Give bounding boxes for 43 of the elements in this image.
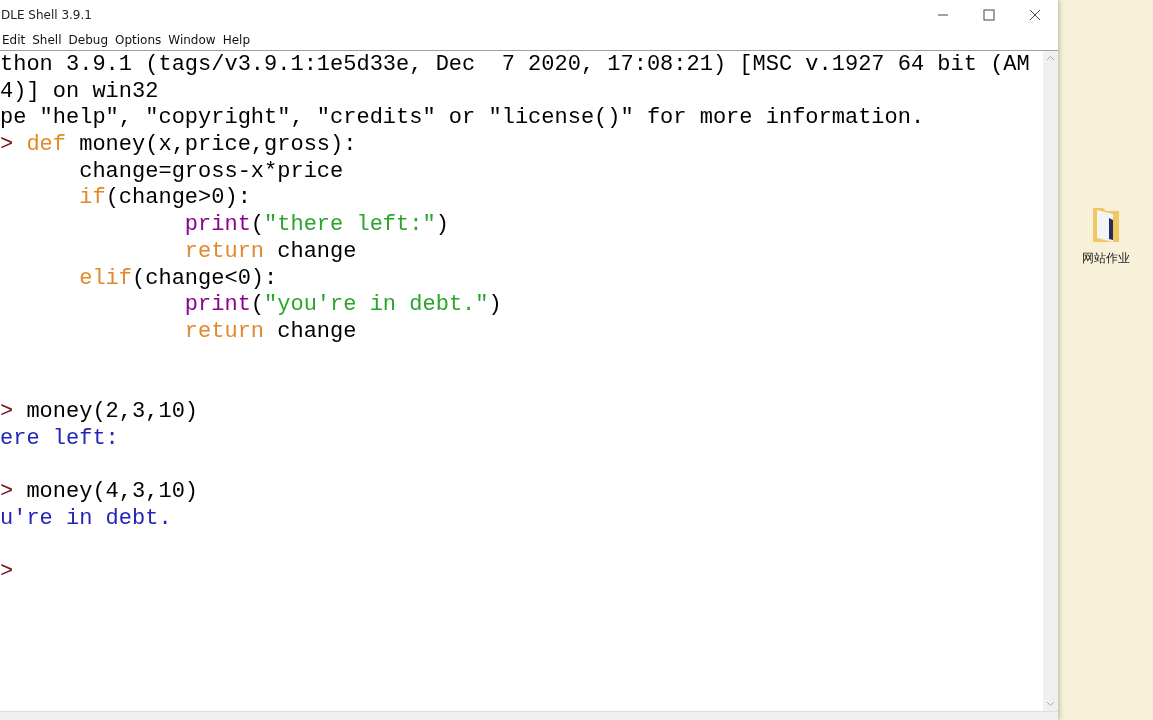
code-text: def	[25, 132, 66, 158]
code-text: change=gross-x*price	[78, 158, 344, 184]
menu-item[interactable]: Window	[168, 33, 216, 47]
code-text: print	[183, 212, 251, 238]
code-text: change	[276, 318, 357, 344]
folder-label: 网站作业	[1081, 250, 1130, 267]
code-text: (	[250, 212, 265, 238]
code-text: thon 3.9.1 (tags/v3.9.1:1e5d33e, Dec 7 2020, 17:08:21) [MSC v.1927 64 bit (AM	[0, 52, 1030, 77]
code-text: "there left:"	[264, 212, 436, 238]
code-text: if	[78, 185, 106, 211]
prompt-symbol: >	[0, 398, 14, 424]
close-icon	[1029, 9, 1041, 21]
code-text: )	[488, 292, 502, 318]
code-text: pe "help", "copyright", "credits" or "license()" for more information.	[0, 105, 925, 131]
code-text: "you're in debt."	[264, 292, 489, 318]
prompt-symbol: >	[0, 479, 14, 504]
code-text: money(2,3,10)	[25, 398, 199, 424]
output-text: ere left:	[0, 425, 119, 451]
prompt-symbol: >	[0, 559, 14, 585]
code-text: (change<0):	[132, 265, 278, 291]
code-text: (	[250, 292, 265, 318]
code-text: (change>0):	[105, 185, 251, 211]
window-title: DLE Shell 3.9.1	[0, 8, 92, 22]
prompt-symbol: >	[0, 132, 14, 158]
code-text: money(4,3,10)	[25, 479, 199, 504]
menu-item[interactable]: Options	[115, 33, 162, 47]
scrollbar[interactable]	[1043, 51, 1058, 711]
code-text: 4)] on win32	[0, 78, 159, 104]
menu-item[interactable]: Shell	[32, 33, 62, 47]
output-text: u're in debt.	[0, 505, 172, 531]
menu-item[interactable]: Help	[222, 33, 250, 47]
code-text: return	[183, 318, 265, 344]
code-text: change	[276, 238, 357, 264]
code-text: money(x,price,gross):	[78, 132, 357, 158]
scroll-up-icon[interactable]	[1046, 55, 1055, 61]
code-text: )	[435, 212, 449, 238]
scroll-down-icon[interactable]	[1046, 701, 1055, 707]
menu-item[interactable]: Edit	[2, 33, 26, 47]
maximize-icon	[983, 9, 995, 21]
code-text: return	[183, 238, 265, 264]
menu-item[interactable]: Debug	[68, 33, 108, 47]
code-text: print	[183, 292, 251, 318]
code-text: elif	[78, 265, 133, 291]
